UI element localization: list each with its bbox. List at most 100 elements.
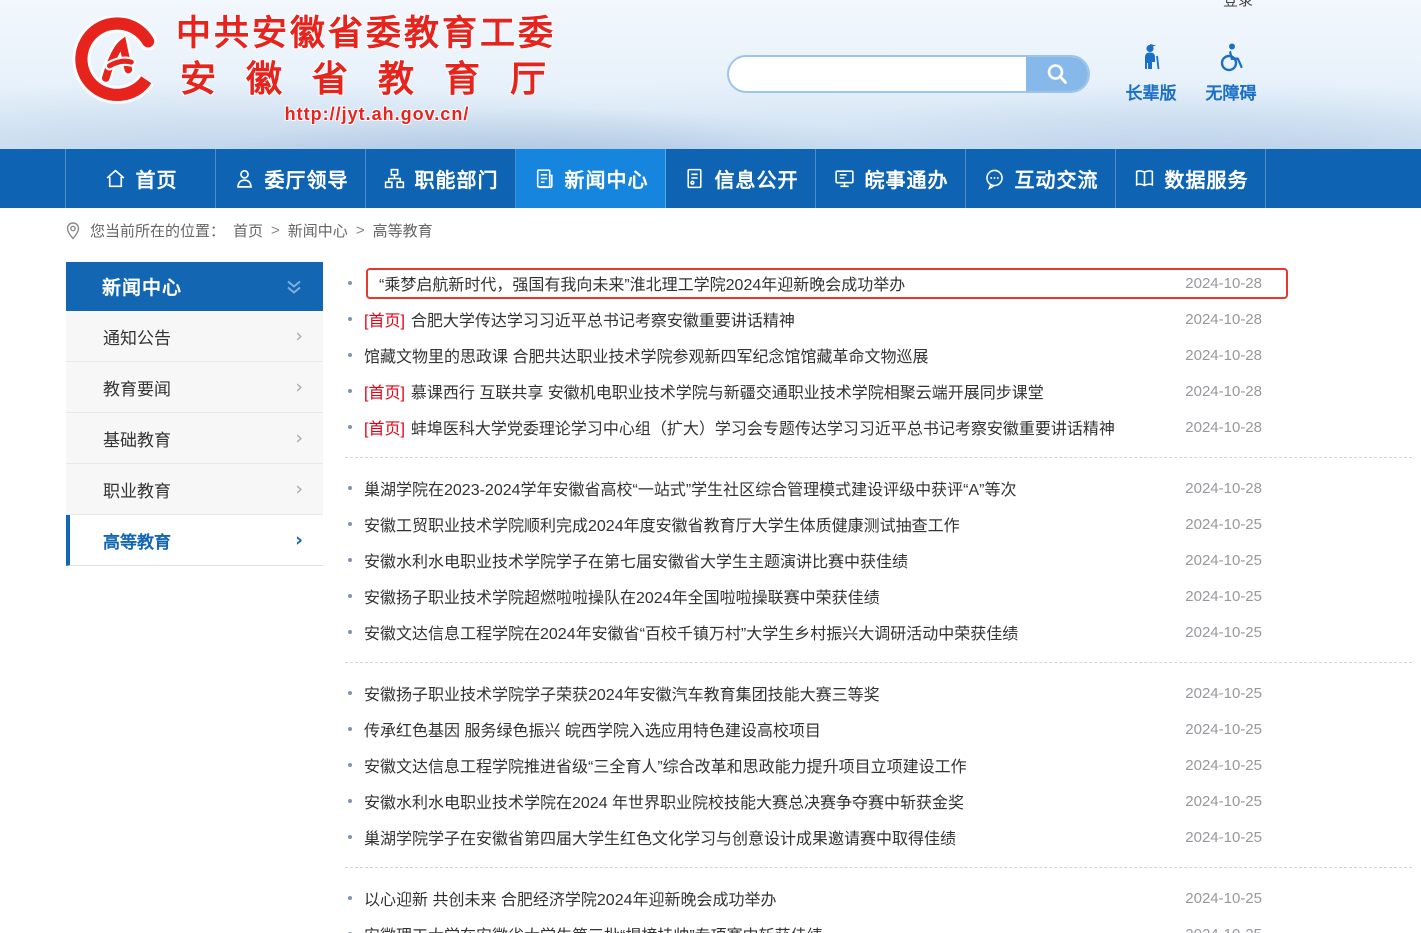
- bullet-icon: [348, 522, 352, 526]
- search-bar: [727, 55, 1090, 93]
- nav-tab-data-services[interactable]: 数据服务: [1116, 149, 1266, 208]
- chevron-right-icon: ›: [295, 376, 303, 398]
- home-icon: [104, 167, 127, 190]
- bullet-icon: [348, 317, 352, 321]
- news-date: 2024-10-25: [1185, 829, 1288, 846]
- news-row[interactable]: 安徽文达信息工程学院推进省级“三全育人”综合改革和思政能力提升项目立项建设工作 …: [345, 747, 1288, 783]
- elder-person-icon: [1136, 42, 1166, 72]
- news-date: 2024-10-28: [1185, 383, 1288, 400]
- nav-tab-info-disclosure[interactable]: 信息公开: [666, 149, 816, 208]
- news-title[interactable]: 传承红色基因 服务绿色振兴 皖西学院入选应用特色建设高校项目: [364, 717, 821, 741]
- news-row[interactable]: [首页] 蚌埠医科大学党委理论学习中心组（扩大）学习会专题传达学习习近平总书记考…: [345, 409, 1288, 445]
- news-row[interactable]: 安徽扬子职业技术学院超燃啦啦操队在2024年全国啦啦操联赛中荣获佳绩 2024-…: [345, 578, 1288, 614]
- chevron-double-down-icon: [285, 279, 303, 295]
- news-row[interactable]: [首页] 慕课西行 互联共享 安徽机电职业技术学院与新疆交通职业技术学院相聚云端…: [345, 373, 1288, 409]
- news-date: 2024-10-28: [1185, 480, 1288, 497]
- bullet-icon: [348, 425, 352, 429]
- news-date: 2024-10-25: [1185, 552, 1288, 569]
- bullet-icon: [348, 389, 352, 393]
- news-title[interactable]: 安徽理工大学在安徽省大学生第三批“揭榜挂帅”专项赛中斩获佳绩: [364, 922, 823, 933]
- news-date: 2024-10-25: [1185, 926, 1288, 933]
- site-url: http://jyt.ah.gov.cn/: [176, 104, 578, 125]
- news-title[interactable]: 安徽文达信息工程学院推进省级“三全育人”综合改革和思政能力提升项目立项建设工作: [364, 753, 967, 777]
- nav-label: 新闻中心: [565, 164, 649, 193]
- accessibility-label: 无障碍: [1198, 79, 1264, 104]
- news-title[interactable]: 以心迎新 共创未来 合肥经济学院2024年迎新晚会成功举办: [364, 886, 777, 910]
- sidebar-item-notices[interactable]: 通知公告 ›: [66, 311, 323, 362]
- page: 登录 中共安徽省委教育工委 安徽省教育厅 http://jyt.ah.gov.c…: [0, 0, 1421, 933]
- news-title[interactable]: 安徽扬子职业技术学院超燃啦啦操队在2024年全国啦啦操联赛中荣获佳绩: [364, 584, 880, 608]
- news-row[interactable]: 安徽理工大学在安徽省大学生第三批“揭榜挂帅”专项赛中斩获佳绩 2024-10-2…: [345, 916, 1288, 933]
- news-row[interactable]: 安徽文达信息工程学院在2024年安徽省“百校千镇万村”大学生乡村振兴大调研活动中…: [345, 614, 1288, 650]
- sidebar-item-label: 职业教育: [103, 477, 171, 502]
- highlight-box: “乘梦启航新时代，强国有我向未来”淮北理工学院2024年迎新晚会成功举办 202…: [366, 268, 1288, 299]
- nav-tab-services[interactable]: 皖事通办: [816, 149, 966, 208]
- breadcrumb-home[interactable]: 首页: [233, 220, 263, 241]
- bullet-icon: [348, 691, 352, 695]
- news-title[interactable]: 安徽水利水电职业技术学院学子在第七届安徽省大学生主题演讲比赛中获佳绩: [364, 548, 908, 572]
- news-row[interactable]: 传承红色基因 服务绿色振兴 皖西学院入选应用特色建设高校项目 2024-10-2…: [345, 711, 1288, 747]
- sidebar-header-news-center[interactable]: 新闻中心: [66, 262, 323, 311]
- news-title[interactable]: 馆藏文物里的思政课 合肥共达职业技术学院参观新四军纪念馆馆藏革命文物巡展: [364, 343, 928, 367]
- bullet-icon: [348, 594, 352, 598]
- search-button[interactable]: [1026, 57, 1088, 91]
- news-date: 2024-10-25: [1185, 757, 1288, 774]
- news-row[interactable]: [首页] 合肥大学传达学习习近平总书记考察安徽重要讲话精神 2024-10-28: [345, 301, 1288, 337]
- news-row[interactable]: 安徽扬子职业技术学院学子荣获2024年安徽汽车教育集团技能大赛三等奖 2024-…: [345, 675, 1288, 711]
- news-date: 2024-10-25: [1185, 890, 1288, 907]
- news-row[interactable]: 安徽水利水电职业技术学院学子在第七届安徽省大学生主题演讲比赛中获佳绩 2024-…: [345, 542, 1288, 578]
- news-row[interactable]: 馆藏文物里的思政课 合肥共达职业技术学院参观新四军纪念馆馆藏革命文物巡展 202…: [345, 337, 1288, 373]
- news-row-highlighted[interactable]: “乘梦启航新时代，强国有我向未来”淮北理工学院2024年迎新晚会成功举办 202…: [345, 265, 1288, 301]
- accessibility-button[interactable]: 无障碍: [1198, 42, 1264, 104]
- news-title[interactable]: 巢湖学院在2023-2024学年安徽省高校“一站式”学生社区综合管理模式建设评级…: [364, 476, 1017, 500]
- sidebar-item-label: 教育要闻: [103, 375, 171, 400]
- nav-tab-home[interactable]: 首页: [66, 149, 216, 208]
- nav-label: 首页: [136, 164, 178, 193]
- bullet-icon: [348, 727, 352, 731]
- news-list: “乘梦启航新时代，强国有我向未来”淮北理工学院2024年迎新晚会成功举办 202…: [345, 265, 1421, 933]
- news-title[interactable]: 安徽工贸职业技术学院顺利完成2024年度安徽省教育厅大学生体质健康测试抽查工作: [364, 512, 960, 536]
- news-row[interactable]: 巢湖学院学子在安徽省第四届大学生红色文化学习与创意设计成果邀请赛中取得佳绩 20…: [345, 819, 1288, 855]
- breadcrumb-higher-education: 高等教育: [373, 220, 433, 241]
- nav-tab-news-center[interactable]: 新闻中心: [516, 149, 666, 208]
- sidebar-item-higher-education[interactable]: 高等教育 ›: [66, 515, 323, 566]
- bullet-icon: [348, 281, 352, 285]
- login-link[interactable]: 登录: [1223, 0, 1253, 10]
- nav-label: 皖事通办: [865, 164, 949, 193]
- dashed-divider: [345, 650, 1412, 675]
- news-title[interactable]: 蚌埠医科大学党委理论学习中心组（扩大）学习会专题传达学习习近平总书记考察安徽重要…: [411, 415, 1115, 439]
- news-icon: [533, 167, 556, 190]
- news-row[interactable]: 巢湖学院在2023-2024学年安徽省高校“一站式”学生社区综合管理模式建设评级…: [345, 470, 1288, 506]
- sidebar-item-vocational-education[interactable]: 职业教育 ›: [66, 464, 323, 515]
- bullet-icon: [348, 896, 352, 900]
- sidebar-item-education-news[interactable]: 教育要闻 ›: [66, 362, 323, 413]
- news-title[interactable]: 安徽水利水电职业技术学院在2024 年世界职业院校技能大赛总决赛争夺赛中斩获金奖: [364, 789, 964, 813]
- news-title[interactable]: 巢湖学院学子在安徽省第四届大学生红色文化学习与创意设计成果邀请赛中取得佳绩: [364, 825, 956, 849]
- nav-tab-interaction[interactable]: 互动交流: [966, 149, 1116, 208]
- elder-version-label: 长辈版: [1118, 79, 1184, 104]
- dashed-divider: [345, 855, 1412, 880]
- bullet-icon: [348, 486, 352, 490]
- elder-version-button[interactable]: 长辈版: [1118, 42, 1184, 104]
- breadcrumb-separator: >: [356, 222, 365, 239]
- sidebar-item-label: 通知公告: [103, 324, 171, 349]
- breadcrumb-news-center[interactable]: 新闻中心: [288, 220, 348, 241]
- org-title-line1: 中共安徽省委教育工委: [176, 12, 578, 56]
- news-row[interactable]: 安徽水利水电职业技术学院在2024 年世界职业院校技能大赛总决赛争夺赛中斩获金奖…: [345, 783, 1288, 819]
- news-date: 2024-10-25: [1185, 624, 1288, 641]
- news-title[interactable]: 安徽扬子职业技术学院学子荣获2024年安徽汽车教育集团技能大赛三等奖: [364, 681, 880, 705]
- news-title[interactable]: 慕课西行 互联共享 安徽机电职业技术学院与新疆交通职业技术学院相聚云端开展同步课…: [411, 379, 1044, 403]
- bullet-icon: [348, 558, 352, 562]
- search-input[interactable]: [729, 57, 1026, 91]
- sidebar-item-basic-education[interactable]: 基础教育 ›: [66, 413, 323, 464]
- breadcrumb-separator: >: [271, 222, 280, 239]
- site-logo-icon: [70, 16, 166, 110]
- news-row[interactable]: 以心迎新 共创未来 合肥经济学院2024年迎新晚会成功举办 2024-10-25: [345, 880, 1288, 916]
- news-row[interactable]: 安徽工贸职业技术学院顺利完成2024年度安徽省教育厅大学生体质健康测试抽查工作 …: [345, 506, 1288, 542]
- news-title[interactable]: 合肥大学传达学习习近平总书记考察安徽重要讲话精神: [411, 307, 795, 331]
- news-title[interactable]: 安徽文达信息工程学院在2024年安徽省“百校千镇万村”大学生乡村振兴大调研活动中…: [364, 620, 1018, 644]
- news-date: 2024-10-28: [1185, 275, 1286, 292]
- news-title[interactable]: “乘梦启航新时代，强国有我向未来”淮北理工学院2024年迎新晚会成功举办: [379, 271, 905, 295]
- nav-tab-leaders[interactable]: 委厅领导: [216, 149, 366, 208]
- nav-tab-departments[interactable]: 职能部门: [366, 149, 516, 208]
